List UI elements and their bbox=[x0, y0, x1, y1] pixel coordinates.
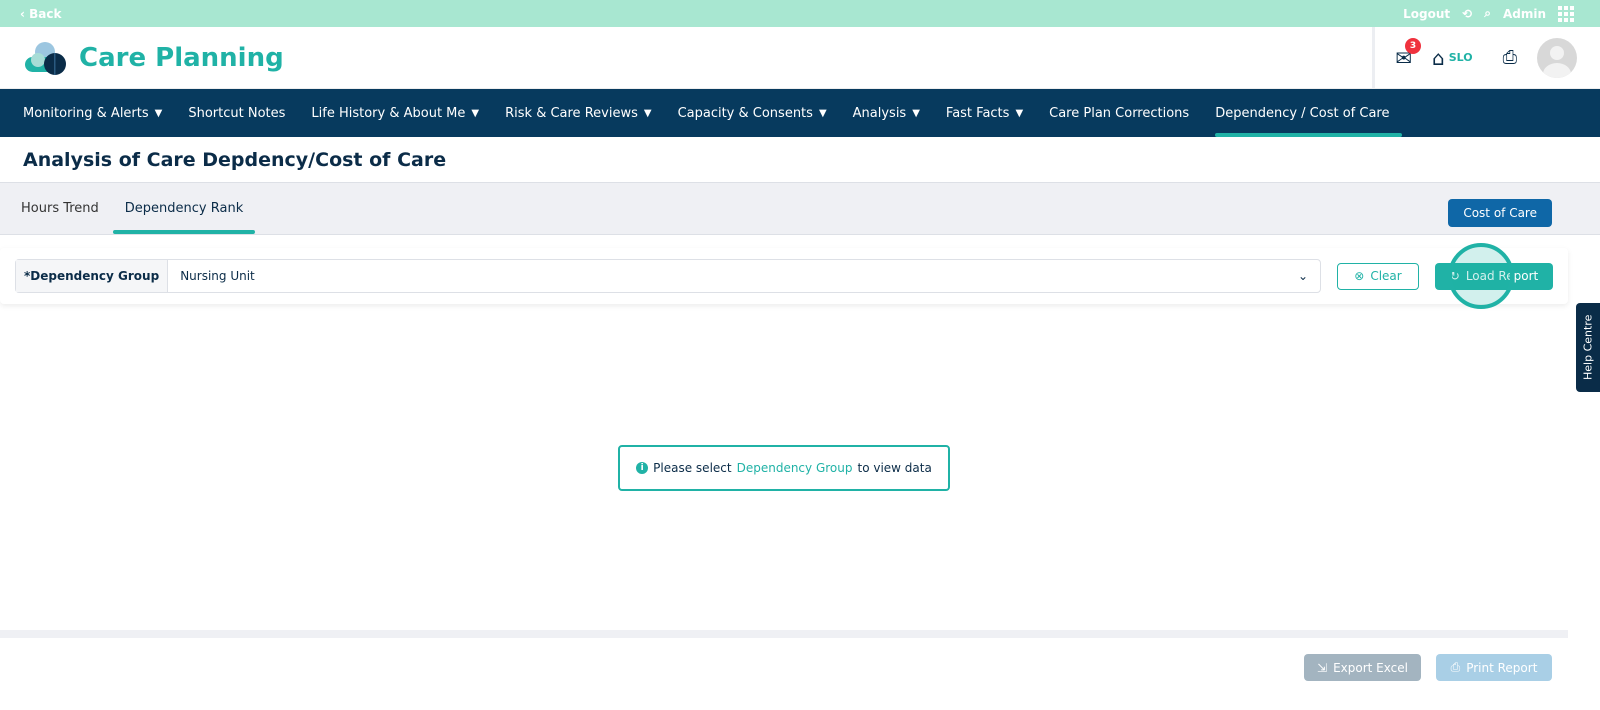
nav-item-label: Risk & Care Reviews bbox=[505, 105, 638, 121]
export-label: Export Excel bbox=[1333, 660, 1408, 675]
nav-item-label: Shortcut Notes bbox=[188, 105, 286, 121]
dependency-group-select[interactable]: Nursing Unit ⌄ bbox=[168, 260, 1320, 292]
nav-item-shortcut-notes[interactable]: Shortcut Notes bbox=[188, 89, 298, 137]
home-icon: ⌂ bbox=[1432, 45, 1445, 70]
nav-item-analysis[interactable]: Analysis ▼ bbox=[853, 89, 933, 137]
chevron-down-icon: ▼ bbox=[471, 107, 480, 119]
print-label: Print Report bbox=[1466, 660, 1538, 675]
nav-item-capacity-consents[interactable]: Capacity & Consents ▼ bbox=[678, 89, 840, 137]
export-icon: ⇲ bbox=[1317, 660, 1328, 675]
cost-of-care-button[interactable]: Cost of Care bbox=[1448, 199, 1552, 227]
chevron-down-icon: ▼ bbox=[154, 107, 163, 119]
nav-item-life-history-about-me[interactable]: Life History & About Me ▼ bbox=[311, 89, 492, 137]
message-post: to view data bbox=[857, 461, 932, 475]
top-bar: ‹ Back Logout ⟲ ⌕ Admin bbox=[0, 0, 1600, 27]
tab-hours-trend[interactable]: Hours Trend bbox=[21, 183, 99, 234]
nav-item-monitoring-alerts[interactable]: Monitoring & Alerts ▼ bbox=[23, 89, 175, 137]
message-link: Dependency Group bbox=[736, 461, 853, 475]
tab-dependency-rank[interactable]: Dependency Rank bbox=[112, 183, 256, 234]
help-centre-tab[interactable]: Help Centre bbox=[1576, 303, 1600, 392]
nav-item-care-plan-corrections[interactable]: Care Plan Corrections bbox=[1049, 89, 1202, 137]
info-message: i Please select Dependency Group to view… bbox=[618, 445, 950, 491]
logout-link[interactable]: Logout bbox=[1403, 7, 1450, 21]
info-icon: i bbox=[636, 462, 649, 474]
back-link[interactable]: ‹ Back bbox=[20, 7, 61, 21]
click-highlight bbox=[1448, 243, 1514, 309]
dependency-group-field: *Dependency Group Nursing Unit ⌄ bbox=[15, 259, 1321, 293]
tab-bar: Hours Trend Dependency Rank Cost of Care bbox=[0, 183, 1600, 235]
app-logo[interactable]: Care Planning bbox=[23, 40, 284, 76]
nav-item-label: Fast Facts bbox=[945, 105, 1010, 121]
nav-item-label: Care Plan Corrections bbox=[1049, 105, 1190, 121]
nav-item-label: Capacity & Consents bbox=[677, 105, 813, 121]
footer-actions: ⇲ Export Excel ⎙ Print Report bbox=[1304, 654, 1552, 681]
nav-item-label: Monitoring & Alerts bbox=[23, 105, 149, 121]
home-button[interactable]: ⌂ SLO bbox=[1432, 46, 1473, 70]
filter-panel: *Dependency Group Nursing Unit ⌄ ⊗ Clear ↻… bbox=[0, 248, 1568, 304]
clear-label: Clear bbox=[1370, 269, 1402, 283]
nav-item-label: Analysis bbox=[852, 105, 907, 121]
nav-item-dependency-cost-of-care[interactable]: Dependency / Cost of Care bbox=[1215, 89, 1403, 137]
chevron-down-icon: ▼ bbox=[643, 107, 652, 119]
nav-item-risk-care-reviews[interactable]: Risk & Care Reviews ▼ bbox=[505, 89, 664, 137]
message-pre: Please select bbox=[653, 461, 732, 475]
avatar[interactable] bbox=[1537, 37, 1577, 78]
dependency-group-label: *Dependency Group bbox=[16, 260, 169, 292]
print-report-button[interactable]: ⎙ Print Report bbox=[1436, 654, 1552, 681]
chevron-down-icon: ▼ bbox=[818, 107, 827, 119]
dependency-group-value: Nursing Unit bbox=[180, 269, 255, 283]
chevron-down-icon: ▼ bbox=[912, 107, 920, 119]
clear-button[interactable]: ⊗ Clear bbox=[1337, 262, 1419, 290]
export-excel-button[interactable]: ⇲ Export Excel bbox=[1304, 654, 1421, 681]
divider bbox=[0, 630, 1568, 638]
print-icon[interactable]: ⎙ bbox=[1503, 47, 1517, 68]
home-label: SLO bbox=[1448, 51, 1473, 64]
main-nav: Monitoring & Alerts ▼ Shortcut Notes Life H… bbox=[0, 89, 1600, 137]
mail-badge: 3 bbox=[1405, 37, 1421, 54]
apps-grid-icon[interactable] bbox=[1558, 5, 1574, 22]
nav-item-label: Life History & About Me bbox=[311, 105, 466, 121]
header: Care Planning ✉ 3 ⌂ SLO ⎙ bbox=[0, 27, 1600, 89]
clear-icon: ⊗ bbox=[1354, 269, 1365, 283]
logout-icon[interactable]: ⟲ bbox=[1462, 7, 1472, 21]
admin-link[interactable]: Admin bbox=[1503, 7, 1546, 21]
nav-item-label: Dependency / Cost of Care bbox=[1215, 105, 1390, 121]
app-title: Care Planning bbox=[79, 42, 284, 73]
page-title: Analysis of Care Depdency/Cost of Care bbox=[0, 137, 1600, 183]
print-icon: ⎙ bbox=[1450, 660, 1461, 674]
search-icon[interactable]: ⌕ bbox=[1484, 6, 1491, 21]
mail-button[interactable]: ✉ 3 bbox=[1395, 37, 1421, 70]
nav-item-fast-facts[interactable]: Fast Facts ▼ bbox=[946, 89, 1036, 137]
chevron-down-icon: ▼ bbox=[1015, 107, 1024, 119]
logo-icon bbox=[25, 41, 66, 75]
chevron-down-icon: ⌄ bbox=[1297, 269, 1308, 283]
